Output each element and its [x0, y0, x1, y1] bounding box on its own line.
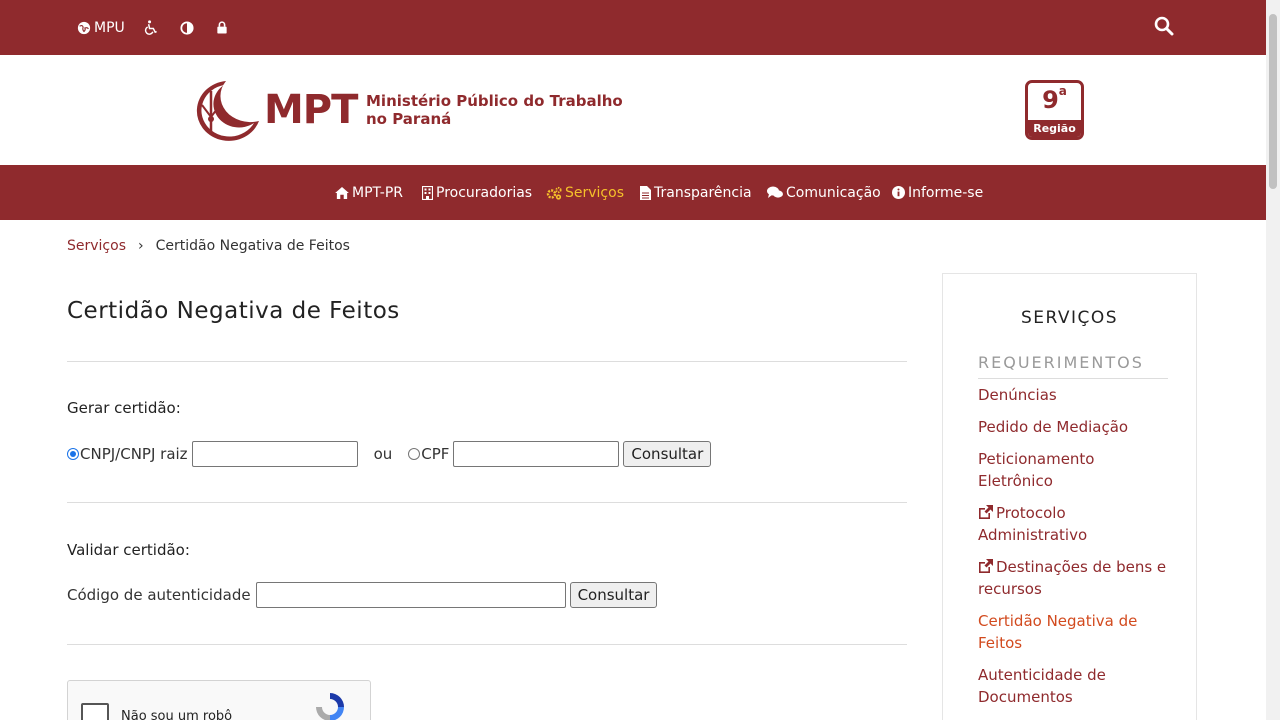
codigo-label: Código de autenticidade: [67, 586, 251, 604]
nav-label: Comunicação: [786, 184, 881, 201]
top-utility-bar: MPU: [0, 0, 1266, 55]
wheelchair-icon: [144, 20, 157, 35]
main-nav: MPT-PR Procuradorias Serviços Transparên…: [0, 165, 1266, 220]
building-icon: [422, 185, 433, 200]
divider: [67, 644, 907, 645]
nav-label: MPT-PR: [352, 184, 404, 201]
search-icon[interactable]: [1154, 16, 1174, 36]
sidebar-item-denuncias[interactable]: Denúncias: [978, 384, 1178, 406]
recaptcha-widget: Não sou um robô: [67, 680, 371, 720]
logo-name-line1: Ministério Público do Trabalho: [366, 92, 623, 110]
globe-icon: [77, 21, 91, 34]
validar-certidao-label: Validar certidão:: [67, 541, 190, 559]
cnpj-radio[interactable]: [67, 448, 79, 460]
sidebar-item-label: Destinações de bens e recursos: [978, 558, 1167, 598]
comments-icon: [767, 186, 783, 198]
file-icon: [640, 185, 651, 200]
sidebar-item-certidao-negativa[interactable]: Certidão Negativa de Feitos: [978, 610, 1168, 654]
scrollbar-thumb[interactable]: [1269, 14, 1277, 189]
cpf-input[interactable]: [453, 441, 620, 467]
contrast-icon: [180, 20, 194, 35]
nav-item-servicos[interactable]: Serviços: [546, 165, 624, 220]
nav-label: Procuradorias: [436, 184, 533, 201]
nav-label: Informe-se: [908, 184, 984, 201]
breadcrumb-link-servicos[interactable]: Serviços: [67, 238, 126, 254]
external-link-icon: [979, 559, 993, 573]
sidebar-item-destinacoes[interactable]: Destinações de bens e recursos: [978, 556, 1178, 600]
sidebar-item-label: Certidão Negativa de Feitos: [978, 612, 1138, 652]
region-badge: 9a Região: [1025, 80, 1084, 140]
cpf-radio[interactable]: [408, 448, 421, 460]
nav-label: Serviços: [565, 184, 624, 201]
ou-label: ou: [373, 445, 393, 463]
services-sidebar: SERVIÇOS REQUERIMENTOS Denúncias Pedido …: [942, 273, 1197, 720]
consultar-validar-button[interactable]: Consultar: [569, 582, 658, 608]
info-icon: [892, 186, 905, 199]
sidebar-item-label: Peticionamento Eletrônico: [978, 450, 1095, 490]
sidebar-item-label: Protocolo Administrativo: [978, 504, 1088, 544]
nav-item-procuradorias[interactable]: Procuradorias: [422, 165, 532, 220]
mpt-logo[interactable]: MPT Ministério Público do Trabalho no Pa…: [184, 79, 624, 141]
cnpj-label: CNPJ/CNPJ raiz: [80, 445, 188, 463]
divider: [67, 502, 907, 503]
validar-form-row: Código de autenticidade Consultar: [67, 582, 658, 608]
nav-label: Transparência: [654, 184, 752, 201]
divider: [67, 361, 907, 362]
mpu-link[interactable]: MPU: [77, 0, 125, 55]
logo-name-line2: no Paraná: [366, 110, 452, 128]
gerar-form-row: CNPJ/CNPJ raiz ou CPF Consultar: [67, 441, 712, 467]
lock-icon: [217, 21, 227, 34]
cpf-label: CPF: [421, 445, 450, 463]
sidebar-item-peticionamento-eletronico[interactable]: Peticionamento Eletrônico: [978, 448, 1128, 492]
sidebar-item-autenticidade[interactable]: Autenticidade de Documentos: [978, 664, 1128, 708]
region-label: Região: [1028, 120, 1081, 137]
cnpj-input[interactable]: [191, 441, 358, 467]
nav-item-mpt-pr[interactable]: MPT-PR: [335, 165, 403, 220]
logo-abbreviation: MPT: [264, 87, 358, 133]
contrast-button[interactable]: [180, 0, 194, 55]
sidebar-section-requerimentos: REQUERIMENTOS: [978, 353, 1168, 379]
sidebar-title: SERVIÇOS: [1020, 308, 1119, 328]
nav-item-transparencia[interactable]: Transparência: [640, 165, 752, 220]
sidebar-item-protocolo-administrativo[interactable]: Protocolo Administrativo: [978, 502, 1128, 546]
recaptcha-logo-icon: [316, 693, 344, 720]
sidebar-item-pedido-de-mediacao[interactable]: Pedido de Mediação: [978, 416, 1178, 438]
external-link-icon: [979, 505, 993, 519]
home-icon: [335, 186, 349, 199]
sidebar-item-label: Pedido de Mediação: [978, 418, 1129, 436]
region-number: 9a: [1042, 84, 1067, 114]
breadcrumb-separator: ›: [138, 238, 144, 254]
nav-item-comunicacao[interactable]: Comunicação: [767, 165, 881, 220]
sidebar-item-label: Denúncias: [978, 386, 1057, 404]
codigo-input[interactable]: [255, 582, 566, 608]
page-title: Certidão Negativa de Feitos: [67, 298, 400, 324]
login-button[interactable]: [216, 0, 228, 55]
gerar-certidao-label: Gerar certidão:: [67, 399, 181, 417]
page-scrollbar[interactable]: [1266, 0, 1280, 720]
recaptcha-label: Não sou um robô: [121, 709, 233, 720]
breadcrumb-current: Certidão Negativa de Feitos: [155, 238, 350, 254]
nav-item-informe-se[interactable]: Informe-se: [892, 165, 983, 220]
cogs-icon: [546, 186, 562, 200]
logo-full-name: Ministério Público do Trabalho no Paraná: [366, 92, 623, 128]
consultar-gerar-button[interactable]: Consultar: [623, 441, 712, 467]
site-header: MPT Ministério Público do Trabalho no Pa…: [0, 55, 1266, 165]
mpt-emblem-icon: [196, 81, 259, 141]
breadcrumb: Serviços › Certidão Negativa de Feitos: [67, 238, 350, 254]
mpu-label: MPU: [94, 19, 125, 36]
sidebar-item-label: Autenticidade de Documentos: [978, 666, 1106, 706]
recaptcha-checkbox[interactable]: [81, 703, 109, 720]
accessibility-button[interactable]: [143, 0, 158, 55]
